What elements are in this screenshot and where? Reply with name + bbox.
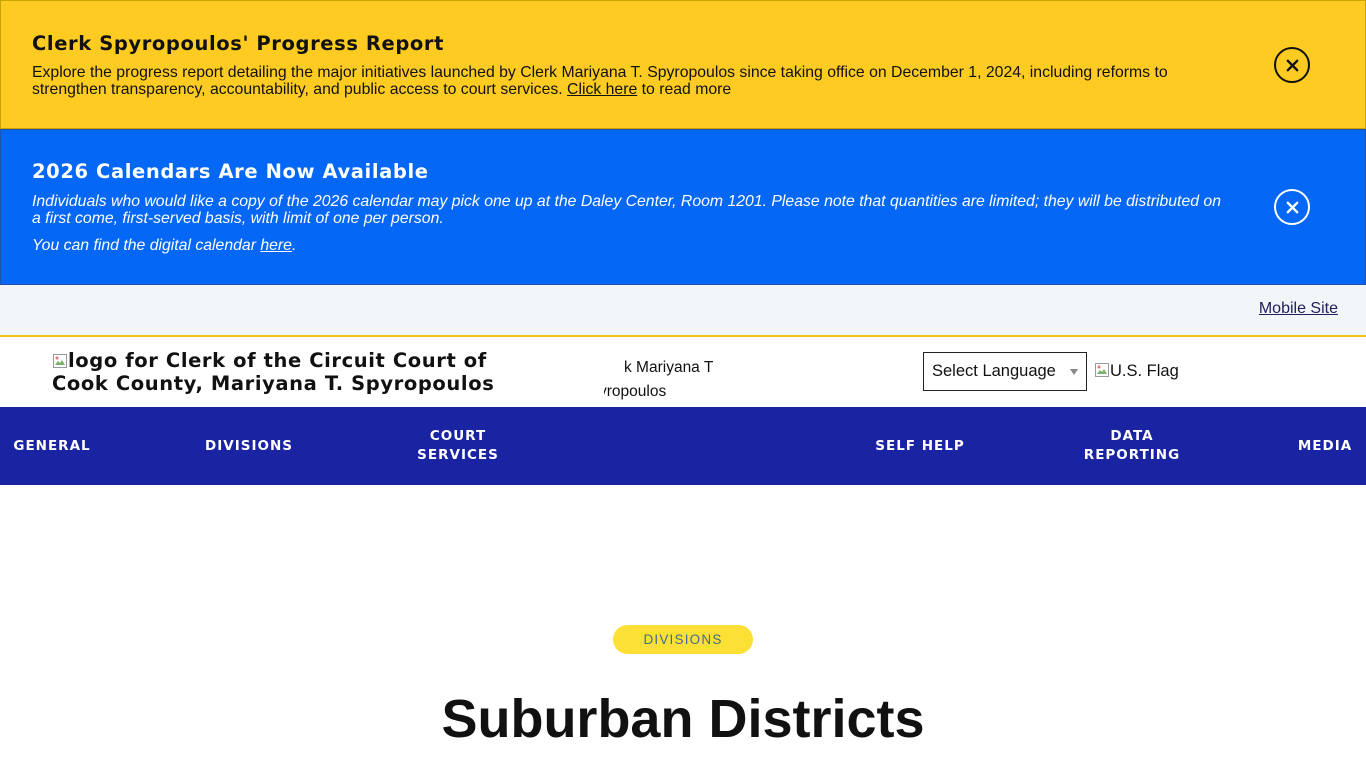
calendar-alert: 2026 Calendars Are Now Available Individ… <box>0 129 1366 285</box>
chevron-down-icon <box>1070 369 1078 375</box>
flag-alt-text: U.S. Flag <box>1110 362 1179 380</box>
alert-title: 2026 Calendars Are Now Available <box>32 160 429 183</box>
nav-self-help[interactable]: SELF HELP <box>866 407 974 485</box>
logo-alt-text: logo for Clerk of the Circuit Court of C… <box>52 349 495 395</box>
clerk-name-image: k Mariyana T yropoulos <box>604 356 720 404</box>
alert-body: Individuals who would like a copy of the… <box>32 193 1221 227</box>
language-select-label: Select Language <box>932 362 1056 380</box>
alert-body2-suffix: . <box>291 237 297 254</box>
mobile-site-link[interactable]: Mobile Site <box>1259 300 1338 318</box>
alert-body-calendar: You can find the digital calendar here. <box>32 237 296 255</box>
section-badge: DIVISIONS <box>613 625 753 654</box>
close-alert-button[interactable] <box>1274 189 1310 225</box>
close-alert-button[interactable] <box>1274 47 1310 83</box>
close-icon <box>1286 201 1298 213</box>
clerk-name-line2: yropoulos <box>604 383 667 400</box>
page-title: Suburban Districts <box>441 689 925 749</box>
alert-body-suffix: to read more <box>641 81 732 98</box>
clerk-name-line1: k Mariyana T <box>624 359 714 376</box>
progress-report-alert: Clerk Spyropoulos' Progress Report Explo… <box>0 0 1366 129</box>
main-navigation: GENERAL DIVISIONS COURT SERVICES SELF HE… <box>0 407 1366 485</box>
broken-image-icon <box>53 354 67 368</box>
nav-court-services[interactable]: COURT SERVICES <box>408 407 508 485</box>
click-here-link[interactable]: Click here <box>567 81 637 98</box>
utility-bar: Mobile Site <box>0 285 1366 337</box>
nav-divisions[interactable]: DIVISIONS <box>199 407 299 485</box>
language-select[interactable]: Select Language <box>923 352 1087 391</box>
nav-data-reporting[interactable]: DATA REPORTING <box>1076 407 1188 485</box>
alert-body2-prefix: You can find the digital calendar <box>32 237 256 254</box>
us-flag-image: U.S. Flag <box>1094 362 1179 381</box>
alert-body: Explore the progress report detailing th… <box>32 64 1222 98</box>
nav-general[interactable]: GENERAL <box>0 407 104 485</box>
alert-title: Clerk Spyropoulos' Progress Report <box>32 32 445 55</box>
site-logo[interactable]: logo for Clerk of the Circuit Court of C… <box>52 349 512 395</box>
broken-image-icon <box>1095 363 1109 377</box>
close-icon <box>1286 59 1298 71</box>
nav-media[interactable]: MEDIA <box>1290 407 1360 485</box>
site-header: logo for Clerk of the Circuit Court of C… <box>0 337 1366 407</box>
digital-calendar-link[interactable]: here <box>260 237 292 254</box>
